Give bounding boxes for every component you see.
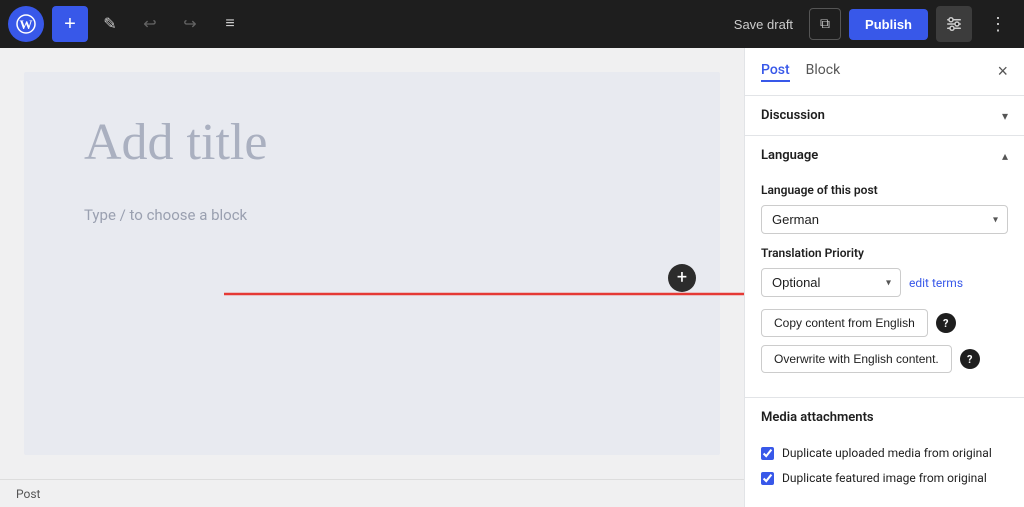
sidebar-body: Discussion ▾ Language ▴ Language of this…	[745, 96, 1024, 507]
publish-button[interactable]: Publish	[849, 9, 928, 40]
more-options-button[interactable]: ⋮	[980, 6, 1016, 42]
duplicate-media-checkbox[interactable]	[761, 447, 774, 460]
undo-button[interactable]: ↩	[132, 6, 168, 42]
status-bar: Post	[0, 479, 744, 507]
language-section-title: Language	[761, 148, 818, 163]
language-field-label: Language of this post	[761, 183, 1008, 197]
language-section: Language ▴ Language of this post German …	[745, 136, 1024, 398]
discussion-section-title: Discussion	[761, 108, 825, 123]
settings-icon	[945, 15, 963, 33]
media-attachments-section: Media attachments Duplicate uploaded med…	[745, 398, 1024, 507]
duplicate-featured-image-checkbox[interactable]	[761, 472, 774, 485]
add-block-icon: +	[677, 267, 687, 288]
copy-content-button[interactable]: Copy content from English	[761, 309, 928, 337]
language-select[interactable]: German English French Spanish	[761, 205, 1008, 234]
wp-logo[interactable]: W	[8, 6, 44, 42]
tab-post[interactable]: Post	[761, 62, 790, 82]
language-select-wrapper: German English French Spanish ▾	[761, 205, 1008, 234]
overwrite-content-button[interactable]: Overwrite with English content.	[761, 345, 952, 373]
edit-toolbar-button[interactable]: ✎	[92, 6, 128, 42]
plus-icon: +	[64, 13, 76, 36]
overwrite-help-icon[interactable]: ?	[960, 349, 980, 369]
block-placeholder-text: Type / to choose a block	[84, 206, 247, 224]
discussion-section: Discussion ▾	[745, 96, 1024, 136]
priority-select[interactable]: Optional Normal High	[761, 268, 901, 297]
block-placeholder: Type / to choose a block	[84, 206, 660, 224]
editor-area: Add title Type / to choose a block +	[0, 48, 744, 507]
svg-text:W: W	[20, 17, 33, 32]
copy-help-icon[interactable]: ?	[936, 313, 956, 333]
preview-icon: ⧉	[820, 16, 830, 32]
editor-canvas: Add title Type / to choose a block +	[0, 48, 744, 479]
redo-icon: ↪	[183, 14, 196, 34]
red-arrow-indicator	[224, 284, 744, 304]
undo-icon: ↩	[143, 14, 156, 34]
add-block-toolbar-button[interactable]: +	[52, 6, 88, 42]
redo-button[interactable]: ↪	[172, 6, 208, 42]
duplicate-featured-image-row: Duplicate featured image from original	[761, 470, 1008, 487]
post-title-input[interactable]: Add title	[84, 112, 660, 174]
duplicate-featured-image-label: Duplicate featured image from original	[782, 470, 987, 487]
language-section-body: Language of this post German English Fre…	[745, 175, 1024, 397]
language-chevron-up-icon: ▴	[1002, 149, 1008, 163]
priority-field-label: Translation Priority	[761, 246, 1008, 260]
translation-priority-row: Optional Normal High ▾ edit terms	[761, 268, 1008, 297]
duplicate-media-label: Duplicate uploaded media from original	[782, 445, 992, 462]
tab-block[interactable]: Block	[806, 62, 841, 82]
copy-content-row: Copy content from English ?	[761, 309, 1008, 337]
save-draft-button[interactable]: Save draft	[726, 11, 801, 38]
sidebar-close-button[interactable]: ×	[997, 61, 1008, 82]
media-attachments-body: Duplicate uploaded media from original D…	[745, 437, 1024, 507]
preview-button[interactable]: ⧉	[809, 8, 841, 40]
discussion-section-header[interactable]: Discussion ▾	[745, 96, 1024, 135]
editor-content[interactable]: Add title Type / to choose a block +	[24, 72, 720, 455]
status-label: Post	[16, 487, 40, 501]
add-block-button[interactable]: +	[668, 264, 696, 292]
edit-terms-link[interactable]: edit terms	[909, 276, 963, 290]
toolbar-right: Save draft ⧉ Publish ⋮	[726, 6, 1016, 42]
priority-select-wrapper: Optional Normal High ▾	[761, 268, 901, 297]
media-attachments-title: Media attachments	[761, 410, 874, 425]
overwrite-content-row: Overwrite with English content. ?	[761, 345, 1008, 373]
list-icon: ≡	[225, 15, 234, 33]
sidebar: Post Block × Discussion ▾ Language ▴	[744, 48, 1024, 507]
discussion-chevron-down-icon: ▾	[1002, 109, 1008, 123]
sidebar-tabs: Post Block ×	[745, 48, 1024, 96]
toolbar: W + ✎ ↩ ↪ ≡ Save draft ⧉ Publish	[0, 0, 1024, 48]
language-section-header[interactable]: Language ▴	[745, 136, 1024, 175]
duplicate-media-row: Duplicate uploaded media from original	[761, 445, 1008, 462]
list-view-button[interactable]: ≡	[212, 6, 248, 42]
media-attachments-header[interactable]: Media attachments	[745, 398, 1024, 437]
main-area: Add title Type / to choose a block +	[0, 48, 1024, 507]
pencil-icon: ✎	[103, 14, 116, 34]
settings-button[interactable]	[936, 6, 972, 42]
more-icon: ⋮	[989, 14, 1007, 35]
